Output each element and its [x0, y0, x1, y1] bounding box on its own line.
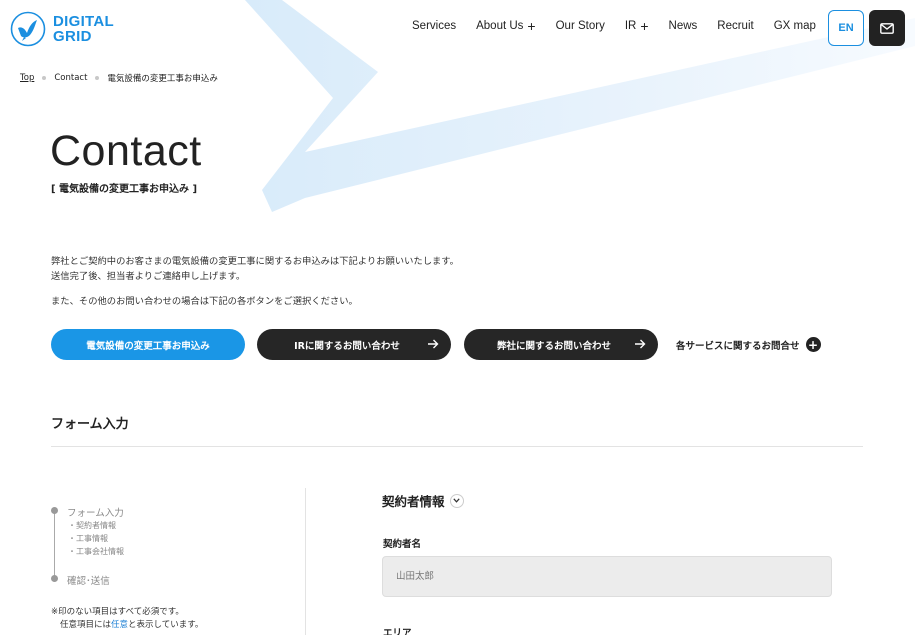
arrow-right-icon	[428, 339, 439, 349]
nav-item-about-us[interactable]: About Us +	[476, 17, 536, 34]
nav-item-ir[interactable]: IR +	[625, 17, 649, 34]
nav-item-recruit[interactable]: Recruit	[717, 20, 753, 32]
main-nav: Services About Us + Our Story IR + News Re…	[412, 17, 816, 34]
breadcrumb-separator	[95, 76, 100, 80]
ir-inquiry-button[interactable]: IRに関するお問い合わせ	[257, 329, 451, 360]
required-note: ※印のない項目はすべて必須です。 任意項目には任意と表示しています。	[51, 606, 203, 632]
breadcrumb-current: 電気設備の変更工事お申込み	[107, 74, 218, 84]
intro-text: 弊社とご契約中のお客さまの電気設備の変更工事に関するお申込みは下記よりお願いいた…	[51, 254, 459, 309]
site-header: DIGITAL GRID Services About Us + Our Stor…	[0, 0, 915, 56]
button-label: IRに関するお問い合わせ	[294, 340, 400, 352]
breadcrumb-contact-link[interactable]: Contact	[54, 73, 87, 83]
contractor-info-heading[interactable]: 契約者情報	[382, 491, 464, 510]
optional-marker: 任意	[111, 620, 129, 630]
step-sub-contractor[interactable]: ・契約者情報	[68, 520, 116, 531]
nav-item-our-story[interactable]: Our Story	[556, 20, 605, 32]
brand-name: DIGITAL GRID	[53, 13, 114, 45]
button-label: 弊社に関するお問い合わせ	[496, 340, 611, 352]
nav-item-gx-map[interactable]: GX map	[774, 20, 816, 32]
form-section-title: フォーム入力	[51, 417, 129, 432]
page-title: Contact	[50, 127, 202, 175]
services-inquiry-link[interactable]: 各サービスに関するお問合せ +	[676, 337, 821, 352]
company-inquiry-button[interactable]: 弊社に関するお問い合わせ	[464, 329, 658, 360]
button-label: 電気設備の変更工事お申込み	[86, 340, 210, 352]
step-dot-active	[51, 507, 58, 514]
bird-logo-icon	[10, 11, 46, 47]
group-title-text: 契約者情報	[382, 494, 445, 509]
contractor-name-label: 契約者名	[383, 539, 422, 550]
breadcrumb-separator	[42, 76, 47, 80]
step-sub-construction[interactable]: ・工事情報	[68, 533, 108, 544]
nav-item-news[interactable]: News	[669, 20, 698, 32]
page-subtitle: [ 電気設備の変更工事お申込み ]	[51, 184, 198, 195]
note-line: ※印のない項目はすべて必須です。	[51, 607, 184, 617]
contractor-name-input[interactable]	[382, 556, 832, 597]
area-label: エリア	[383, 628, 412, 635]
step-dot	[51, 575, 58, 582]
electrical-work-request-button[interactable]: 電気設備の変更工事お申込み	[51, 329, 245, 360]
note-line: 任意項目には任意と表示しています。	[60, 620, 204, 630]
step-confirm-send: 確認･送信	[67, 576, 110, 587]
step-sub-company[interactable]: ・工事会社情報	[68, 546, 124, 557]
intro-line: また、その他のお問い合わせの場合は下記の各ボタンをご選択ください。	[51, 296, 358, 307]
plus-circle-icon: +	[805, 337, 821, 352]
breadcrumb-top-link[interactable]: Top	[20, 73, 34, 83]
intro-line: 送信完了後、担当者よりご連絡申し上げます。	[51, 271, 246, 282]
column-divider	[305, 488, 306, 635]
steps-connector	[54, 511, 55, 579]
language-en-button[interactable]: EN	[828, 10, 864, 46]
step-form-input[interactable]: フォーム入力	[67, 505, 124, 519]
plus-icon: +	[640, 17, 649, 34]
intro-line: 弊社とご契約中のお客さまの電気設備の変更工事に関するお申込みは下記よりお願いいた…	[51, 256, 459, 267]
plus-icon: +	[527, 17, 536, 34]
section-divider	[51, 446, 863, 447]
nav-item-services[interactable]: Services	[412, 20, 456, 32]
arrow-right-icon	[635, 339, 646, 349]
breadcrumb: Top Contact 電気設備の変更工事お申込み	[20, 72, 218, 84]
mail-icon	[880, 22, 894, 34]
background-decoration	[245, 0, 915, 212]
contact-mail-button[interactable]	[869, 10, 905, 46]
services-inquiry-label: 各サービスに関するお問合せ	[676, 340, 800, 352]
chevron-down-icon[interactable]	[449, 493, 464, 508]
brand-logo[interactable]: DIGITAL GRID	[10, 11, 114, 47]
